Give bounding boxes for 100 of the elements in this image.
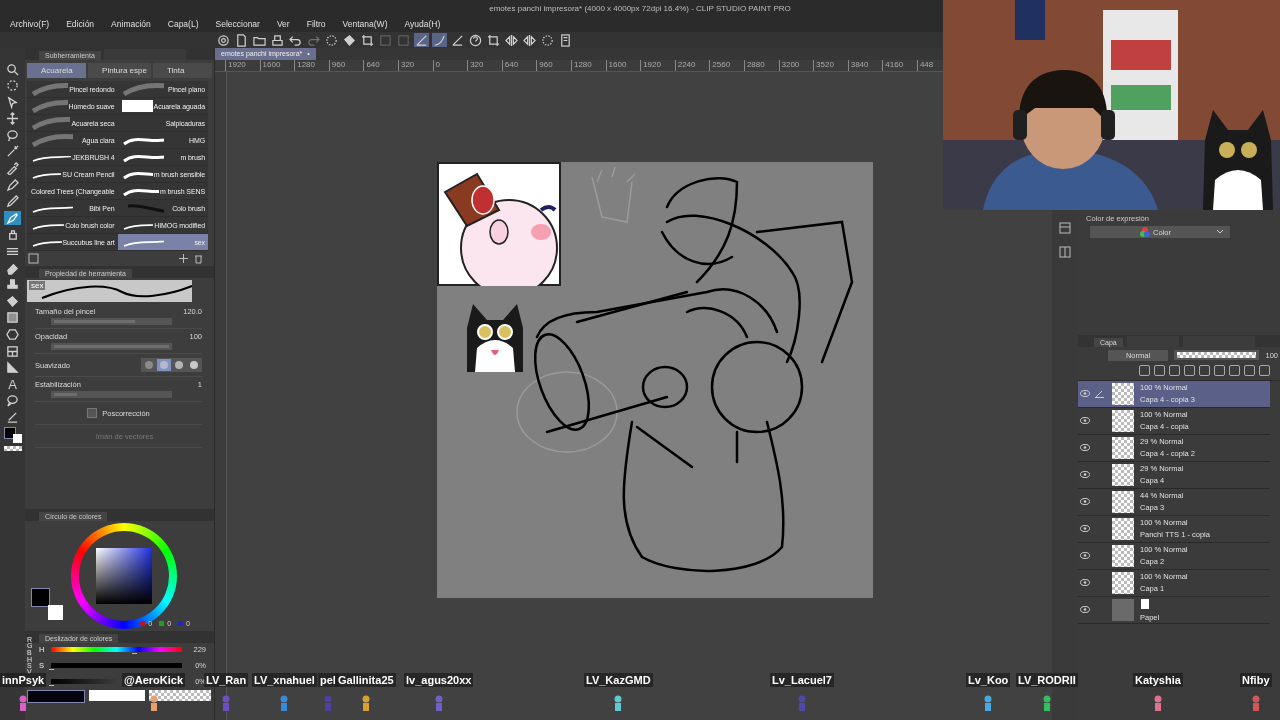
stamp-tool-button[interactable] — [4, 277, 21, 292]
slider-track[interactable] — [51, 391, 172, 398]
help-icon[interactable] — [468, 33, 483, 47]
balloon-tool-button[interactable] — [4, 393, 21, 408]
layer-action-icon[interactable] — [1214, 364, 1225, 376]
eye-icon[interactable] — [1080, 444, 1090, 451]
color-swatches-icon[interactable] — [3, 427, 22, 444]
color-swatches-icon[interactable] — [31, 587, 63, 620]
settings-icon[interactable] — [28, 253, 39, 264]
eye-icon[interactable] — [1080, 471, 1090, 478]
dots-icon[interactable] — [540, 33, 555, 47]
pen-tool-button[interactable] — [4, 178, 21, 193]
frame-tool-button[interactable] — [4, 344, 21, 359]
slider-track[interactable] — [51, 343, 172, 350]
menu-item[interactable]: Ver — [276, 19, 290, 29]
layer-action-icon[interactable] — [1169, 364, 1180, 376]
panel-icon[interactable] — [1059, 222, 1071, 234]
menu-item[interactable]: Seleccionar — [215, 19, 260, 29]
avatar-sprite — [796, 695, 807, 711]
soft-stroke-icon — [29, 99, 68, 113]
lasso-tool-button[interactable] — [4, 128, 21, 143]
layer-action-icon[interactable] — [1229, 364, 1240, 376]
ruler-icon[interactable] — [450, 33, 465, 47]
avatar-sprite — [613, 695, 624, 711]
flip-icon[interactable] — [504, 33, 519, 47]
ruler-label: 4160 — [882, 60, 917, 71]
drawing-canvas[interactable] — [437, 162, 873, 598]
layer-thumbnail — [1112, 571, 1134, 594]
layer-action-icon[interactable] — [1199, 364, 1210, 376]
menu-item[interactable]: Archivo(F) — [10, 19, 50, 29]
slider-thumb[interactable] — [49, 669, 54, 673]
layer-action-icon[interactable] — [1154, 364, 1165, 376]
text-tool-button[interactable]: A — [4, 377, 21, 392]
layer-action-icon[interactable] — [1259, 364, 1270, 376]
ruler-label: 3840 — [847, 60, 883, 71]
add-icon[interactable] — [178, 253, 189, 264]
transparent-swatch[interactable] — [149, 690, 211, 701]
eye-icon[interactable] — [1080, 498, 1090, 505]
chatter-name: @AeroKick — [122, 673, 186, 687]
sub-color-swatch[interactable] — [89, 690, 145, 701]
dropper-tool-button[interactable] — [4, 161, 21, 176]
menu-item[interactable]: Ayuda(H) — [404, 19, 441, 29]
slider-thumb[interactable] — [131, 653, 137, 657]
menu-item[interactable]: Edición — [66, 19, 95, 29]
curve-icon[interactable] — [432, 33, 447, 47]
eye-icon[interactable] — [1080, 606, 1090, 613]
flip-icon[interactable] — [522, 33, 537, 47]
new-icon[interactable] — [234, 33, 249, 47]
brush-group-tab[interactable]: Pintura espe — [88, 63, 151, 78]
panel-icon[interactable] — [1059, 246, 1071, 258]
transparent-swatch[interactable] — [3, 445, 22, 451]
eye-icon[interactable] — [1080, 417, 1090, 424]
crop-icon[interactable] — [486, 33, 501, 47]
brush-group-tab[interactable]: Acuarela — [27, 63, 87, 78]
move-tool-button[interactable] — [4, 111, 21, 126]
eye-icon[interactable] — [1080, 552, 1090, 559]
tablet-icon[interactable] — [558, 33, 573, 47]
ruler-label: 1920 — [225, 60, 260, 71]
menu-item[interactable]: Animación — [111, 19, 151, 29]
color-slider[interactable] — [51, 663, 182, 668]
ruler-tool-button[interactable] — [4, 360, 21, 375]
slider-track[interactable] — [51, 318, 172, 325]
ruler-label: 0 — [432, 60, 468, 71]
layer-thumbnail — [1112, 544, 1134, 567]
hexagon-tool-button[interactable] — [4, 327, 21, 342]
spiral-icon[interactable] — [216, 33, 231, 47]
eye-icon[interactable] — [1080, 390, 1090, 397]
avatar-sprite — [279, 695, 290, 711]
eye-icon[interactable] — [1080, 579, 1090, 586]
dots-icon[interactable] — [324, 33, 339, 47]
gradient-tool-button[interactable] — [4, 310, 21, 325]
layer-action-icon[interactable] — [1139, 364, 1150, 376]
layer-action-icon[interactable] — [1184, 364, 1195, 376]
trash-icon[interactable] — [193, 253, 204, 264]
ruler-icon[interactable] — [414, 33, 429, 47]
chatter-name: LV_xnahuel — [252, 673, 317, 687]
menu-item[interactable]: Ventana(W) — [342, 19, 388, 29]
page-icon — [1140, 597, 1150, 610]
bucket-tool-button[interactable] — [4, 294, 21, 309]
crop-icon[interactable] — [360, 33, 375, 47]
menu-item[interactable]: Filtro — [306, 19, 326, 29]
chatter-name: Katyshia — [1133, 673, 1183, 687]
search-tool-button[interactable] — [4, 62, 21, 76]
layer-action-icon[interactable] — [1244, 364, 1255, 376]
pencil-tool-button[interactable] — [4, 194, 21, 209]
slider-thumb[interactable] — [49, 685, 54, 689]
menu-item[interactable]: Capa(L) — [167, 19, 199, 29]
brush-tool-button[interactable] — [4, 211, 21, 226]
ruler-label: 3200 — [778, 60, 814, 71]
print-icon[interactable] — [270, 33, 285, 47]
eraser-tool-button[interactable] — [4, 261, 21, 276]
chatter-name: innPsyk — [0, 673, 47, 687]
dotted-tool-button[interactable] — [4, 78, 21, 93]
color-square[interactable] — [96, 548, 152, 604]
checkbox[interactable] — [87, 408, 98, 418]
main-color-swatch[interactable] — [27, 690, 85, 703]
brush-group-tab[interactable]: Tinta — [152, 63, 212, 78]
eye-icon[interactable] — [1080, 525, 1090, 532]
ruler-label: 1920 — [640, 60, 675, 71]
color-slider[interactable] — [51, 647, 182, 652]
